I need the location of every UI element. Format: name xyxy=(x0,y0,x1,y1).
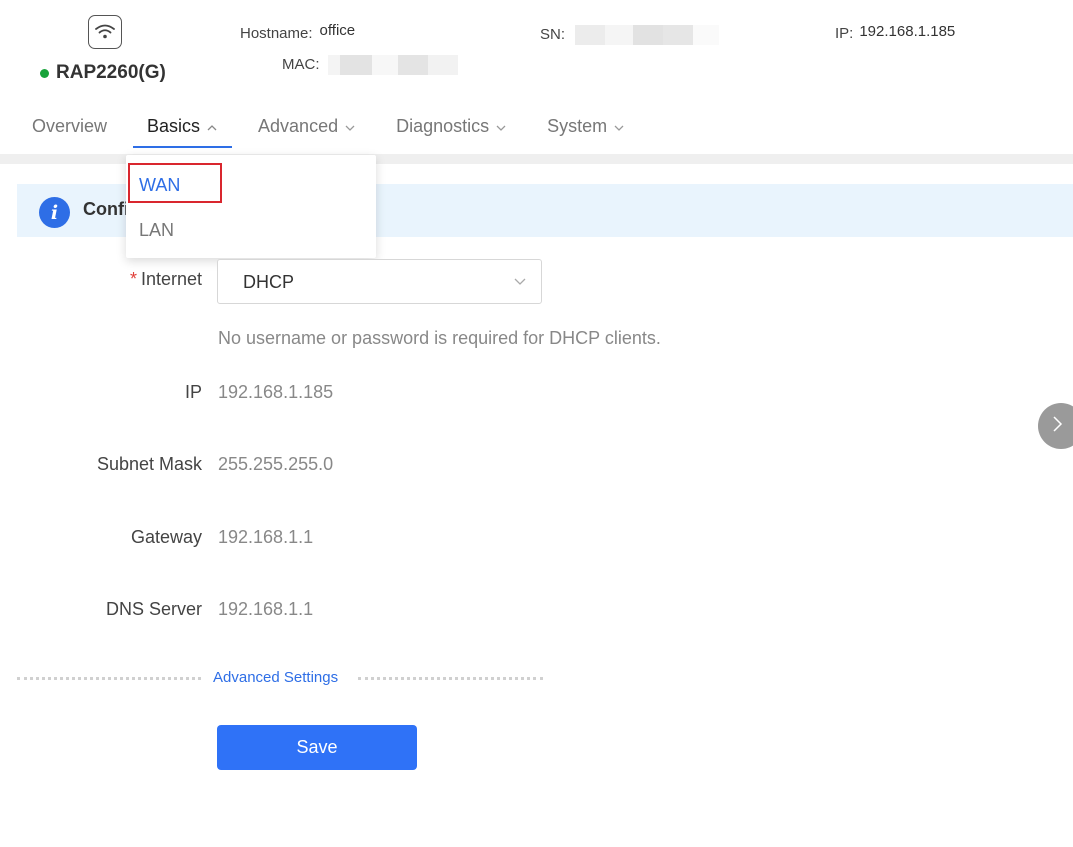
dns-server-value: 192.168.1.1 xyxy=(218,599,314,619)
required-mark: * xyxy=(129,269,137,289)
tab-system[interactable]: System xyxy=(533,110,639,148)
ip-info: IP: 192.168.1.185 xyxy=(835,23,956,42)
device-model: RAP2260(G) xyxy=(56,62,166,83)
sn-value-redacted xyxy=(575,25,720,45)
internet-type-value: DHCP xyxy=(243,272,295,292)
save-button[interactable]: Save xyxy=(217,725,417,770)
sn-info: SN: xyxy=(540,25,720,45)
chevron-down-icon xyxy=(344,118,356,139)
tab-basics-label: Basics xyxy=(147,116,201,136)
advanced-settings-link[interactable]: Advanced Settings xyxy=(213,669,338,686)
ip-field-value: 192.168.1.185 xyxy=(218,382,334,402)
ip-field-label: IP xyxy=(184,382,202,402)
chevron-down-icon xyxy=(495,118,507,139)
mac-value-redacted xyxy=(327,55,458,75)
hostname-info: Hostname: office xyxy=(240,22,356,42)
ip-value: 192.168.1.185 xyxy=(859,23,956,40)
mac-info: MAC: xyxy=(282,55,458,75)
tab-basics[interactable]: Basics xyxy=(133,110,233,148)
subnet-mask-value: 255.255.255.0 xyxy=(218,454,334,474)
internet-label-text: Internet xyxy=(140,269,202,289)
chevron-down-icon xyxy=(613,118,625,139)
page: RAP2260(G) Hostname: office MAC: SN: IP: 1… xyxy=(0,0,1073,847)
device-name: RAP2260(G) xyxy=(40,62,166,84)
dns-server-label: DNS Server xyxy=(105,599,202,619)
menu-item-lan[interactable]: LAN xyxy=(139,220,174,241)
tab-diagnostics-label: Diagnostics xyxy=(396,116,490,136)
dhcp-hint: No username or password is required for … xyxy=(218,328,661,348)
tab-advanced-label: Advanced xyxy=(258,116,339,136)
ip-label: IP: xyxy=(835,25,854,42)
internet-label: * Internet xyxy=(130,269,202,290)
gateway-value: 192.168.1.1 xyxy=(218,527,314,547)
tab-overview[interactable]: Overview xyxy=(18,110,121,148)
divider-line-left xyxy=(17,677,201,680)
wifi-icon xyxy=(88,15,122,49)
hostname-label: Hostname: xyxy=(240,25,313,42)
divider-line-right xyxy=(358,677,543,680)
chevron-up-icon xyxy=(206,118,218,139)
tab-advanced[interactable]: Advanced xyxy=(244,110,370,148)
mac-label: MAC: xyxy=(282,55,320,73)
tab-system-label: System xyxy=(547,116,608,136)
highlight-box xyxy=(128,163,222,203)
chevron-right-icon xyxy=(1050,415,1064,438)
side-expand-button[interactable] xyxy=(1038,403,1073,449)
hostname-value: office xyxy=(319,22,356,39)
subnet-mask-label: Subnet Mask xyxy=(96,454,202,474)
tab-diagnostics[interactable]: Diagnostics xyxy=(382,110,521,148)
info-icon: i xyxy=(39,197,70,228)
tab-overview-label: Overview xyxy=(32,116,108,136)
gateway-label: Gateway xyxy=(130,527,202,547)
internet-type-select[interactable]: DHCP xyxy=(217,259,542,304)
main-nav-tabs: Overview Basics Advanced Diagnostics Sys… xyxy=(18,110,639,150)
banner-text: Confi xyxy=(83,199,129,219)
advanced-settings-divider: Advanced Settings xyxy=(17,668,543,688)
online-status-dot xyxy=(40,68,49,78)
sn-label: SN: xyxy=(540,25,566,43)
chevron-down-icon xyxy=(513,274,527,293)
